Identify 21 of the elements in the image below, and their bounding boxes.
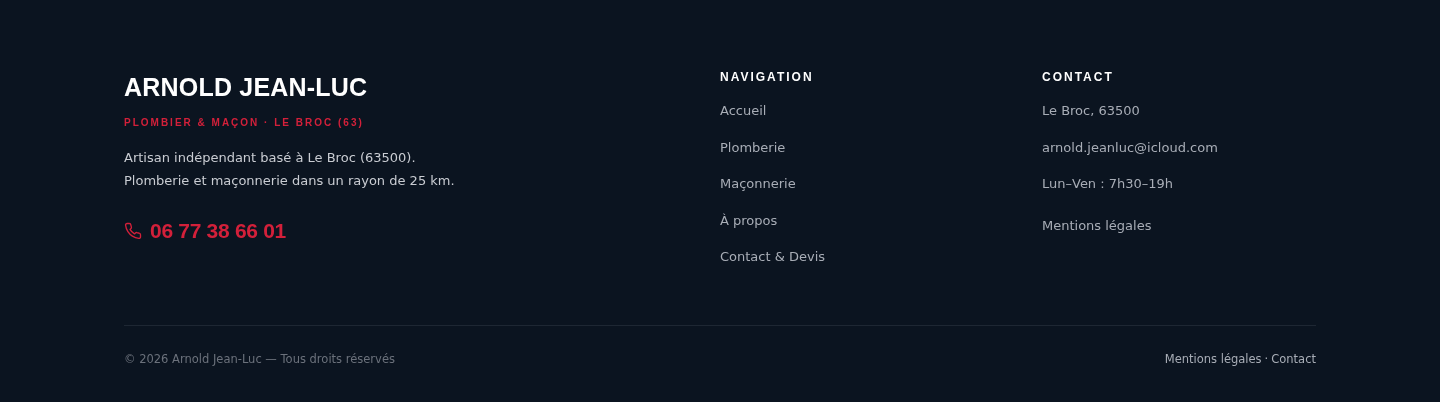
- footer-link[interactable]: Mentions légales: [1164, 351, 1262, 366]
- section-heading: CONTACT: [1042, 70, 1114, 84]
- legal-link[interactable]: Mentions légales: [1042, 216, 1152, 235]
- nav-link[interactable]: Plomberie: [720, 138, 786, 157]
- footer-link[interactable]: Contact: [1271, 351, 1316, 366]
- nav-link[interactable]: Accueil: [720, 102, 767, 120]
- contact-text: arnold.jeanluc@icloud.com: [1042, 138, 1218, 157]
- description-text: Plomberie et maçonnerie dans un rayon de 25 km.: [124, 172, 455, 190]
- phone-link[interactable]: 06 77 38 66 01: [150, 218, 286, 244]
- copyright-text: © 2026 Arnold Jean-Luc — Tous droits réservés: [124, 351, 395, 366]
- nav-link[interactable]: Contact & Devis: [720, 248, 826, 266]
- separator-dot: ·: [1264, 351, 1269, 366]
- description-text: Artisan indépendant basé à Le Broc (63500).: [124, 149, 417, 167]
- brand-name: ARNOLD JEAN-LUC: [124, 72, 368, 103]
- contact-text: Le Broc, 63500: [1042, 102, 1140, 120]
- phone-icon: [124, 222, 142, 240]
- contact-text: Lun–Ven : 7h30–19h: [1042, 175, 1174, 193]
- section-heading: NAVIGATION: [720, 70, 814, 84]
- nav-link[interactable]: À propos: [720, 211, 778, 230]
- nav-link[interactable]: Maçonnerie: [720, 175, 796, 193]
- brand-tagline: PLOMBIER & MAÇON · LE BROC (63): [124, 116, 364, 130]
